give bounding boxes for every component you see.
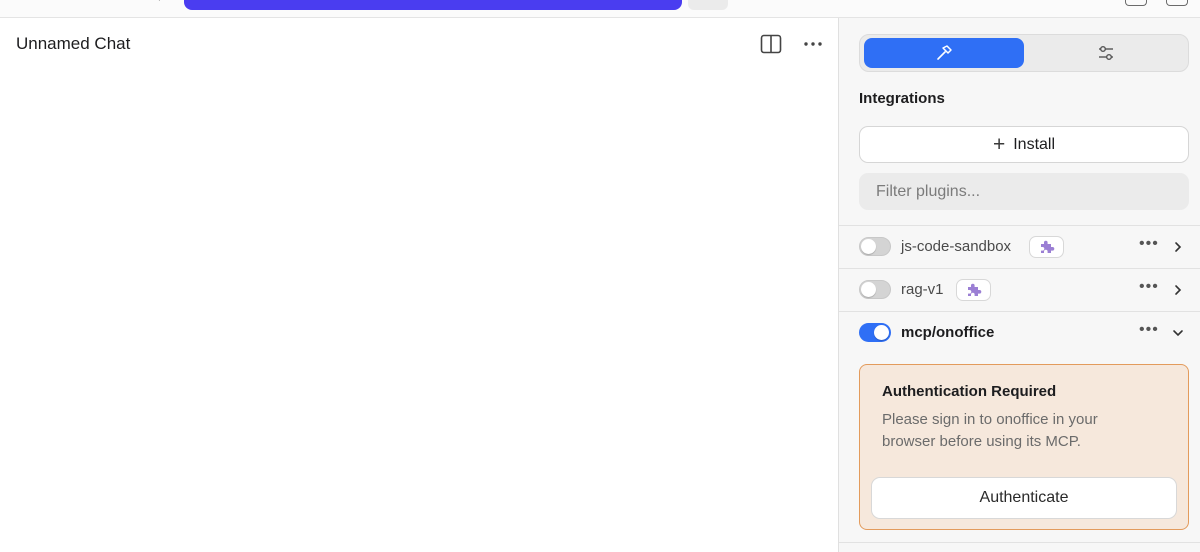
hammer-icon: [937, 45, 952, 60]
toggle-knob: [861, 282, 876, 297]
plugin-name: mcp/onoffice: [901, 324, 995, 341]
puzzle-icon: [967, 283, 981, 296]
chevron-icon[interactable]: [152, 0, 164, 6]
plugin-toggle[interactable]: [859, 237, 891, 256]
window-icon[interactable]: [1125, 0, 1147, 6]
auth-message: Please sign in to onoffice in your brows…: [882, 411, 1098, 450]
sliders-icon: [1099, 46, 1113, 60]
plugin-row-mcp-onoffice: mcp/onoffice •••: [839, 311, 1200, 354]
chat-area: Unnamed Chat: [0, 18, 838, 552]
toggle-knob: [874, 325, 889, 340]
top-toolbar: [0, 0, 1200, 18]
plugin-name: rag-v1: [901, 281, 944, 298]
authenticate-button[interactable]: Authenticate: [871, 477, 1177, 519]
integrations-heading: Integrations: [859, 90, 945, 107]
plugin-badge: [1029, 236, 1064, 258]
split-view-button[interactable]: [759, 32, 783, 56]
puzzle-icon: [1040, 240, 1054, 253]
plugin-toggle[interactable]: [859, 280, 891, 299]
chevron-down-icon[interactable]: [1171, 326, 1185, 340]
toggle-knob: [861, 239, 876, 254]
top-secondary-button[interactable]: [688, 0, 728, 10]
panel-divider: [839, 542, 1200, 543]
chat-more-button[interactable]: [801, 32, 825, 56]
top-primary-bar[interactable]: [184, 0, 682, 10]
install-button[interactable]: + Install: [859, 126, 1189, 163]
chat-title[interactable]: Unnamed Chat: [16, 34, 130, 54]
plugin-more-button[interactable]: •••: [1139, 321, 1159, 339]
plugin-row-js-code-sandbox: js-code-sandbox •••: [839, 225, 1200, 268]
plugin-more-button[interactable]: •••: [1139, 278, 1159, 296]
plugin-toggle[interactable]: [859, 323, 891, 342]
plugin-badge: [956, 279, 991, 301]
integrations-panel: Integrations + Install js-code-sandbox •…: [838, 18, 1200, 552]
plugin-name: js-code-sandbox: [901, 238, 1012, 255]
plugin-more-button[interactable]: •••: [1139, 235, 1159, 253]
tab-settings[interactable]: [1026, 38, 1186, 68]
plus-icon: +: [992, 133, 1006, 156]
install-label: Install: [1013, 135, 1056, 153]
window-icon-2[interactable]: [1166, 0, 1188, 6]
panel-tab-switcher: [859, 34, 1189, 72]
plugin-row-rag-v1: rag-v1 •••: [839, 268, 1200, 311]
filter-plugins-input[interactable]: [859, 173, 1189, 210]
more-icon: [804, 42, 822, 46]
chevron-right-icon[interactable]: [1171, 283, 1185, 297]
auth-title: Authentication Required: [882, 383, 1057, 400]
auth-required-card: Authentication Required Please sign in t…: [859, 364, 1189, 530]
chevron-right-icon[interactable]: [1171, 240, 1185, 254]
split-view-icon: [760, 34, 782, 54]
tab-integrations[interactable]: [864, 38, 1024, 68]
